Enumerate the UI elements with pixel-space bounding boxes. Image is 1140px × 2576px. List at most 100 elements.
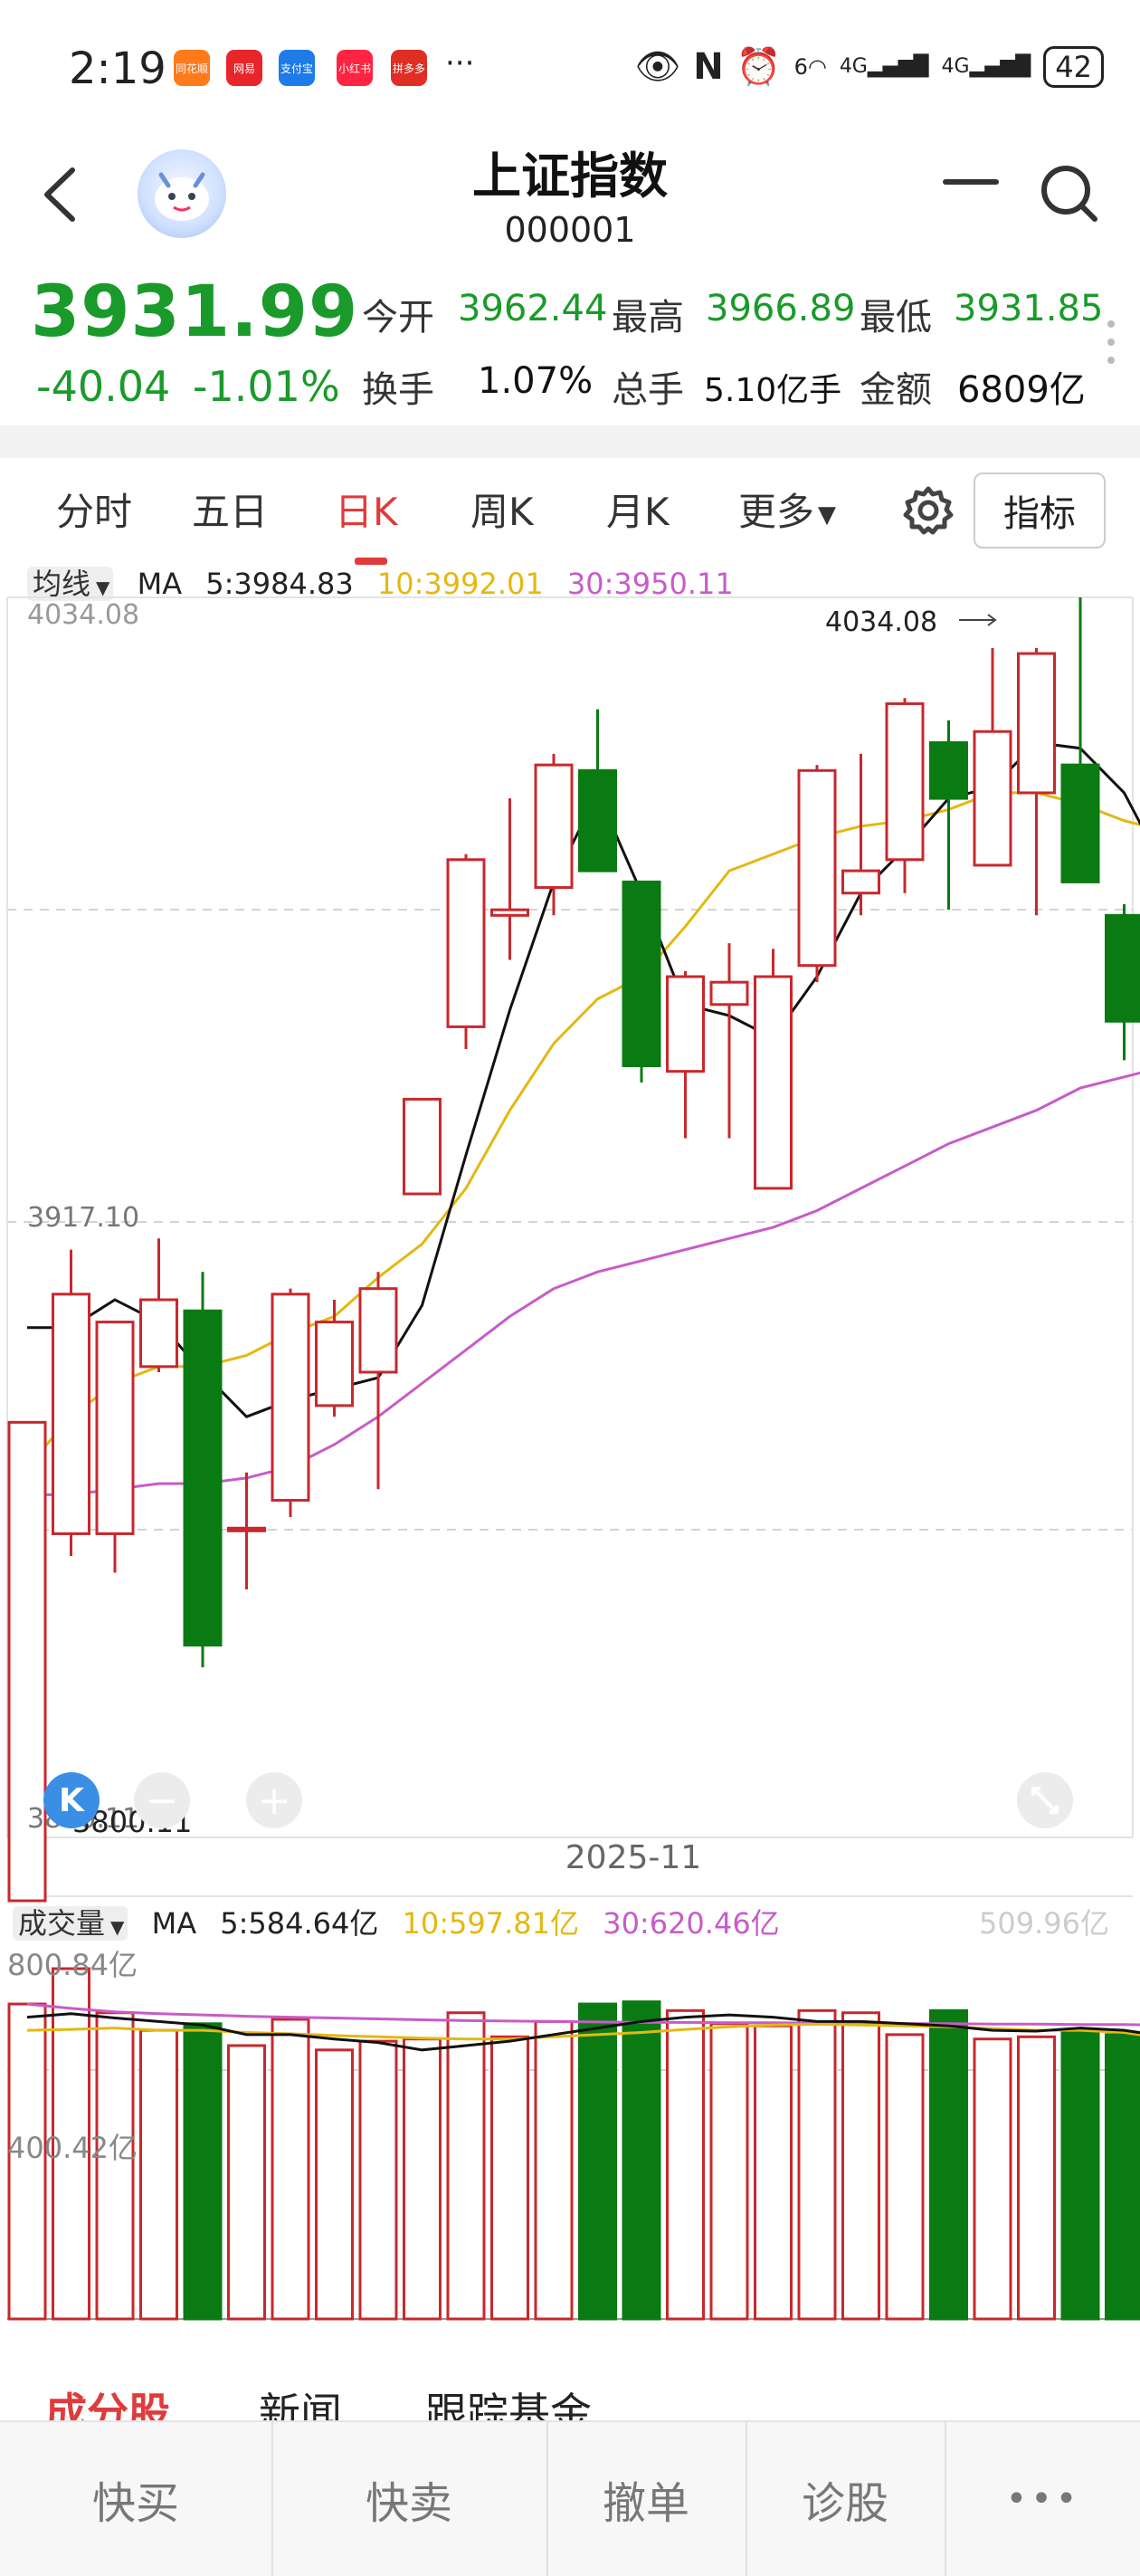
volume-value: 5.10亿手 — [704, 364, 841, 411]
candle-body — [97, 1322, 133, 1534]
candle-body — [185, 1311, 221, 1645]
bottom-action-bar: 快买 快卖 撤单 诊股 ••• — [0, 2420, 1140, 2576]
minimize-button[interactable] — [943, 177, 999, 186]
candle-body — [536, 765, 572, 887]
volume-bar — [1062, 2030, 1098, 2319]
nfc-icon: N — [693, 46, 723, 88]
tab-news[interactable]: 新闻 — [259, 2380, 342, 2420]
cancel-order-button[interactable]: 撤单 — [548, 2422, 744, 2576]
tab-five-day[interactable]: 五日 — [192, 482, 268, 537]
tab-daily-k[interactable]: 日K — [335, 482, 398, 537]
tab-more[interactable]: 更多▼ — [738, 482, 836, 537]
volume-bar — [448, 2013, 484, 2319]
candle-body — [755, 977, 792, 1188]
candle-body — [1019, 654, 1055, 793]
indicator-button[interactable]: 指标 — [974, 472, 1106, 549]
amount-label: 金额 — [860, 360, 932, 413]
more-dots-icon[interactable] — [1106, 319, 1116, 366]
amount-value: 6809亿 — [957, 360, 1086, 413]
candle-body — [580, 770, 616, 871]
volume-bar — [887, 2035, 923, 2319]
gear-icon[interactable] — [901, 483, 955, 538]
tab-tracking-funds[interactable]: 跟踪基金 — [425, 2380, 592, 2420]
volume-bar — [141, 2030, 177, 2319]
turnover-label: 换手 — [362, 360, 434, 413]
low-value: 3931.85 — [954, 288, 1103, 329]
candle-body — [799, 770, 835, 965]
candle-body — [1062, 765, 1098, 882]
bottom-content-tabs: 成分股 新闻 跟踪基金 — [0, 2353, 1140, 2420]
volume-bar — [492, 2037, 528, 2319]
change-amount: -40.04 — [36, 362, 170, 411]
volume-bar — [974, 2039, 1011, 2319]
volume-bar — [755, 2026, 792, 2319]
volume-bar — [317, 2050, 353, 2319]
app-notification-icon: 小红书 — [337, 50, 373, 86]
y-axis-mid-label: 3917.10 — [27, 1202, 139, 1234]
candle-body — [887, 703, 923, 859]
section-divider — [0, 425, 1140, 458]
diagnose-stock-button[interactable]: 诊股 — [747, 2422, 943, 2576]
zoom-out-button[interactable]: − — [134, 1772, 190, 1828]
volume-bar — [711, 2024, 747, 2319]
volume-bar — [1107, 2035, 1140, 2319]
app-notification-icon: 网易 — [226, 50, 262, 86]
k-mode-button[interactable]: K — [43, 1772, 100, 1828]
volume-ma-label: MA — [152, 1906, 197, 1941]
volume-bar — [536, 2021, 572, 2319]
candle-body — [974, 731, 1011, 865]
candle-body — [360, 1289, 396, 1372]
open-label: 今开 — [362, 288, 434, 340]
open-value: 3962.44 — [458, 288, 607, 329]
search-button[interactable] — [1039, 163, 1098, 223]
battery-icon: 42 — [1043, 46, 1104, 88]
chevron-down-icon: ▼ — [110, 1916, 124, 1938]
tab-monthly-k[interactable]: 月K — [606, 482, 670, 537]
volume-ma10-value: 10:597.81亿 — [403, 1906, 579, 1941]
tab-weekly-k[interactable]: 周K — [470, 482, 534, 537]
candle-body — [229, 1528, 265, 1531]
stock-code: 000001 — [0, 210, 1140, 250]
status-time: 2:19 — [69, 43, 166, 94]
fullscreen-icon[interactable] — [1017, 1772, 1073, 1828]
candle-body — [272, 1294, 309, 1501]
chart-area[interactable]: 均线▼ MA 5:3984.83 10:3992.01 30:3950.11 4… — [0, 561, 1140, 2344]
price-change: -40.04 -1.01% — [36, 362, 340, 411]
volume-bar — [580, 2004, 616, 2319]
alarm-icon: ⏰ — [736, 45, 782, 88]
volume-bar — [360, 2041, 396, 2319]
quick-sell-button[interactable]: 快卖 — [273, 2422, 545, 2576]
quick-buy-button[interactable]: 快买 — [0, 2422, 271, 2576]
candle-body — [931, 743, 967, 799]
candle-body — [623, 882, 660, 1065]
zoom-in-button[interactable]: + — [246, 1772, 302, 1828]
kline-chart[interactable] — [0, 561, 1140, 2371]
tab-intraday[interactable]: 分时 — [56, 482, 132, 537]
candle-body — [711, 982, 747, 1005]
volume-bar — [799, 2010, 835, 2319]
tab-components[interactable]: 成分股 — [45, 2380, 170, 2420]
wifi-icon: 6◠ — [794, 54, 827, 80]
volume-mid-label: 400.42亿 — [7, 2125, 138, 2167]
volume-top-label: 800.84亿 — [7, 1942, 138, 1984]
candle-body — [317, 1322, 353, 1406]
signal-icon: 4G▂▄▆█ — [942, 55, 1031, 78]
volume-ma5-value: 5:584.64亿 — [220, 1906, 378, 1941]
max-price-label: 4034.08 — [825, 606, 937, 638]
change-percent: -1.01% — [193, 362, 340, 411]
more-notifications-icon: ··· — [445, 45, 474, 81]
candle-body — [53, 1294, 90, 1534]
status-bar: 2:19 同花顺 网易 支付宝 小红书 拼多多 ··· 👁 N ⏰ 6◠ 4G▂… — [0, 0, 1140, 136]
candle-body — [448, 860, 484, 1027]
volume-bar — [1019, 2037, 1055, 2319]
volume-bar — [404, 2039, 441, 2319]
x-axis-label: 2025-11 — [0, 1839, 1140, 1876]
volume-type-label: 成交量 — [18, 1906, 105, 1941]
volume-bar — [843, 2013, 879, 2319]
app-notification-icon: 支付宝 — [279, 50, 315, 86]
more-menu-button[interactable]: ••• — [946, 2422, 1140, 2576]
volume-bar — [931, 2010, 967, 2319]
volume-type-dropdown[interactable]: 成交量▼ — [13, 1906, 128, 1941]
volume-bar — [229, 2046, 265, 2319]
tab-more-label: 更多 — [738, 490, 814, 534]
